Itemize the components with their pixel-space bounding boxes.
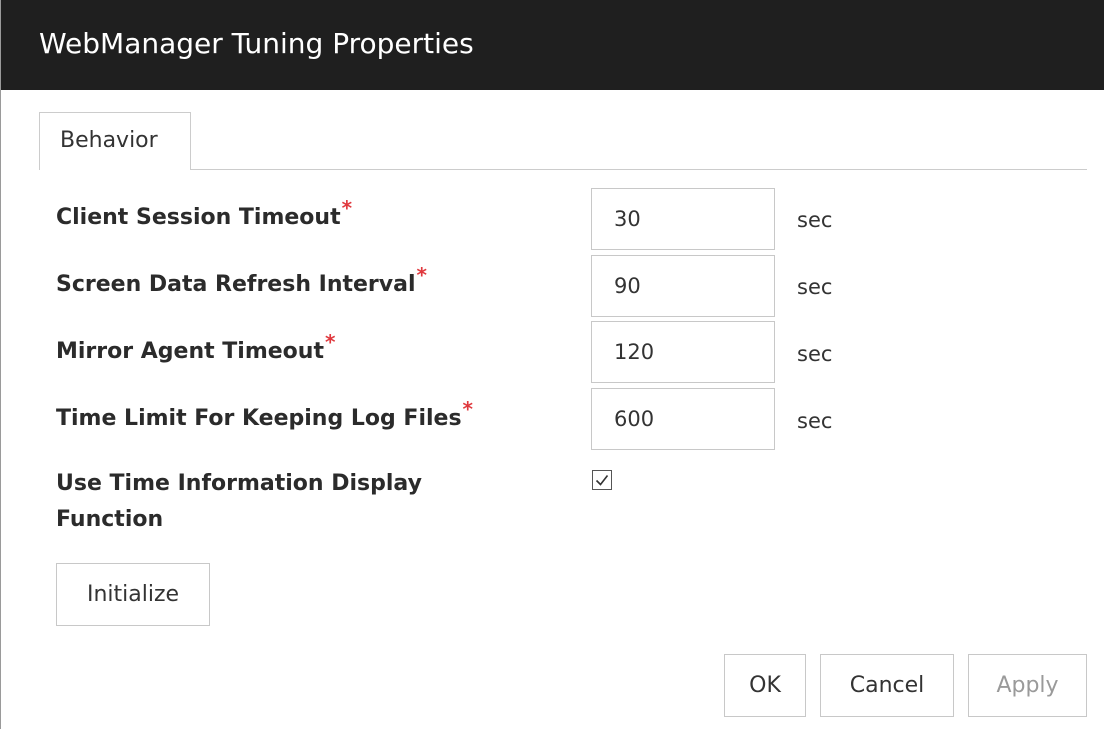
mirror-agent-timeout-unit: sec — [797, 342, 833, 366]
mirror-agent-timeout-label: Mirror Agent Timeout* — [56, 330, 335, 368]
tab-behavior-label: Behavior — [60, 128, 158, 153]
log-retention-time-limit-label: Time Limit For Keeping Log Files* — [56, 397, 473, 435]
time-info-display-checkbox[interactable] — [592, 470, 612, 490]
cancel-button[interactable]: Cancel — [820, 654, 954, 717]
client-session-timeout-input[interactable] — [591, 188, 775, 250]
dialog-titlebar: WebManager Tuning Properties — [1, 0, 1104, 90]
initialize-button[interactable]: Initialize — [56, 563, 210, 626]
screen-data-refresh-interval-input[interactable] — [591, 255, 775, 317]
ok-button[interactable]: OK — [724, 654, 806, 717]
required-mark: * — [341, 196, 353, 220]
time-info-display-label: Use Time Information Display Function — [56, 471, 422, 532]
tab-divider — [39, 169, 1087, 170]
log-retention-time-limit-input[interactable] — [591, 388, 775, 450]
screen-data-refresh-interval-unit: sec — [797, 275, 833, 299]
required-mark: * — [416, 263, 427, 287]
screen-data-refresh-interval-label-text: Screen Data Refresh Interval — [56, 272, 416, 297]
log-retention-time-limit-unit: sec — [797, 409, 833, 433]
log-retention-time-limit-label-text: Time Limit For Keeping Log Files — [56, 406, 462, 431]
client-session-timeout-label: Client Session Timeout* — [56, 196, 352, 234]
mirror-agent-timeout-input[interactable] — [591, 321, 775, 383]
tab-divider-gap — [40, 169, 190, 170]
apply-button[interactable]: Apply — [968, 654, 1087, 717]
required-mark: * — [324, 330, 336, 354]
client-session-timeout-unit: sec — [797, 208, 833, 232]
screen-data-refresh-interval-label: Screen Data Refresh Interval* — [56, 263, 427, 301]
tab-behavior[interactable]: Behavior — [39, 112, 191, 170]
tuning-properties-dialog: WebManager Tuning Properties Behavior Cl… — [0, 0, 1104, 729]
required-mark: * — [462, 397, 474, 421]
mirror-agent-timeout-label-text: Mirror Agent Timeout — [56, 339, 324, 364]
dialog-title: WebManager Tuning Properties — [39, 27, 474, 60]
checkmark-icon — [595, 475, 609, 486]
client-session-timeout-label-text: Client Session Timeout — [56, 205, 341, 230]
